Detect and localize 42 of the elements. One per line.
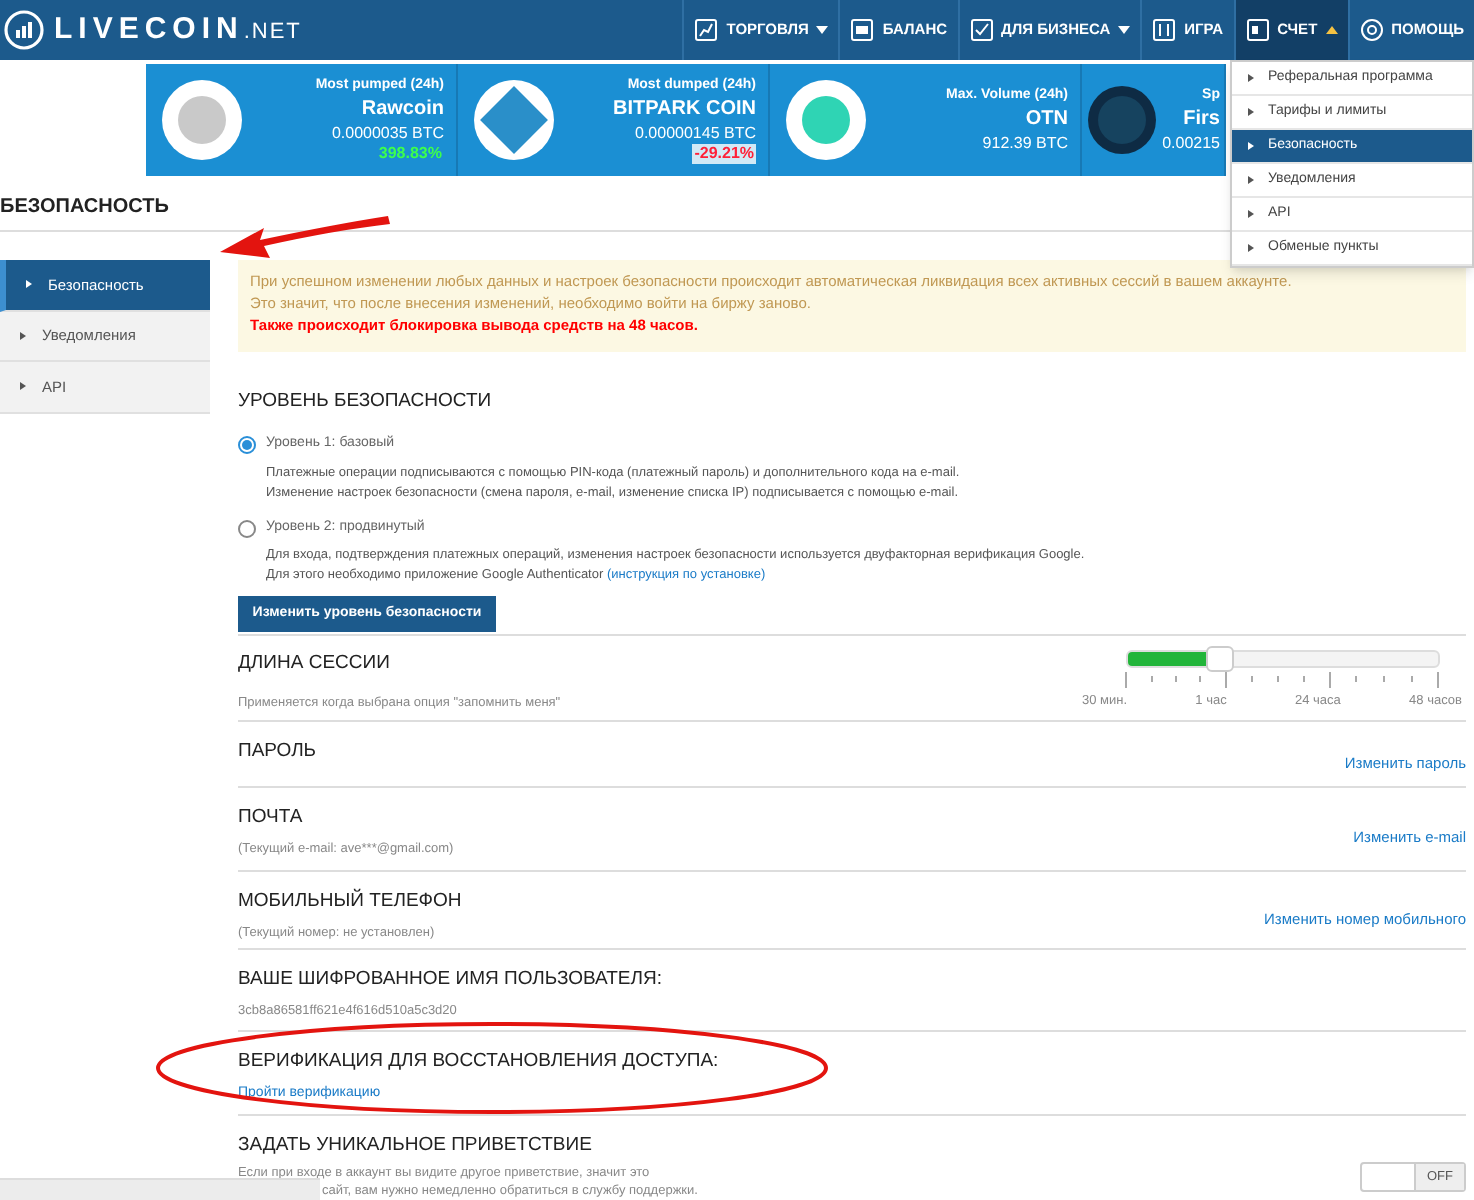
logo[interactable]: LIVECOIN.NET — [54, 7, 302, 53]
bullet-icon — [1248, 108, 1254, 116]
coin-name: Firs — [1183, 106, 1220, 132]
section-heading: ВАШЕ ШИФРОВАННОЕ ИМЯ ПОЛЬЗОВАТЕЛЯ: — [238, 968, 662, 992]
bullet-icon — [1248, 74, 1254, 82]
bullet-icon — [1248, 244, 1254, 252]
coin-icon — [786, 80, 866, 160]
bullet-icon — [1248, 142, 1254, 150]
card-icon — [1245, 18, 1270, 42]
bullet-icon — [26, 280, 32, 289]
coin-price: 0.00215 — [1162, 132, 1220, 154]
coin-icon — [474, 80, 554, 160]
slider-track[interactable] — [1125, 650, 1439, 668]
coin-icon — [162, 80, 242, 160]
section-heading: ПОЧТА — [238, 806, 305, 830]
chart-icon — [694, 18, 719, 42]
price-change: 398.83% — [376, 144, 444, 164]
section-heading: ДЛИНА СЕССИИ — [238, 650, 392, 678]
coin-icon — [1088, 86, 1156, 154]
price-change: -29.21% — [692, 144, 756, 164]
coin-name: Rawcoin — [361, 96, 444, 122]
section-heading: ЗАДАТЬ УНИКАЛЬНОЕ ПРИВЕТСТВИЕ — [238, 1134, 594, 1158]
coin-name: BITPARK COIN — [613, 96, 756, 122]
page-title: БЕЗОПАСНОСТЬ — [0, 194, 169, 222]
section-heading: МОБИЛЬНЫЙ ТЕЛЕФОН — [238, 890, 462, 914]
bullet-icon — [1248, 210, 1254, 218]
logo-icon — [4, 10, 44, 50]
radio-button[interactable] — [238, 436, 256, 454]
radio-button[interactable] — [238, 519, 256, 537]
slider-thumb[interactable] — [1206, 646, 1234, 672]
coin-price: 0.00000145 BTC — [635, 122, 756, 144]
section-heading: ВЕРИФИКАЦИЯ ДЛЯ ВОССТАНОВЛЕНИЯ ДОСТУПА: — [238, 1050, 719, 1074]
bullet-icon — [20, 382, 26, 391]
coin-price: 912.39 BTC — [982, 132, 1068, 154]
coin-name: OTN — [1025, 106, 1068, 132]
bullet-icon — [20, 331, 26, 340]
grid-icon — [1152, 18, 1177, 42]
coin-price: 0.0000035 BTC — [331, 122, 444, 144]
section-heading: УРОВЕНЬ БЕЗОПАСНОСТИ — [238, 388, 494, 416]
section-heading: ПАРОЛЬ — [238, 740, 317, 764]
bullet-icon — [1248, 176, 1254, 184]
checkbox-icon — [969, 18, 994, 42]
